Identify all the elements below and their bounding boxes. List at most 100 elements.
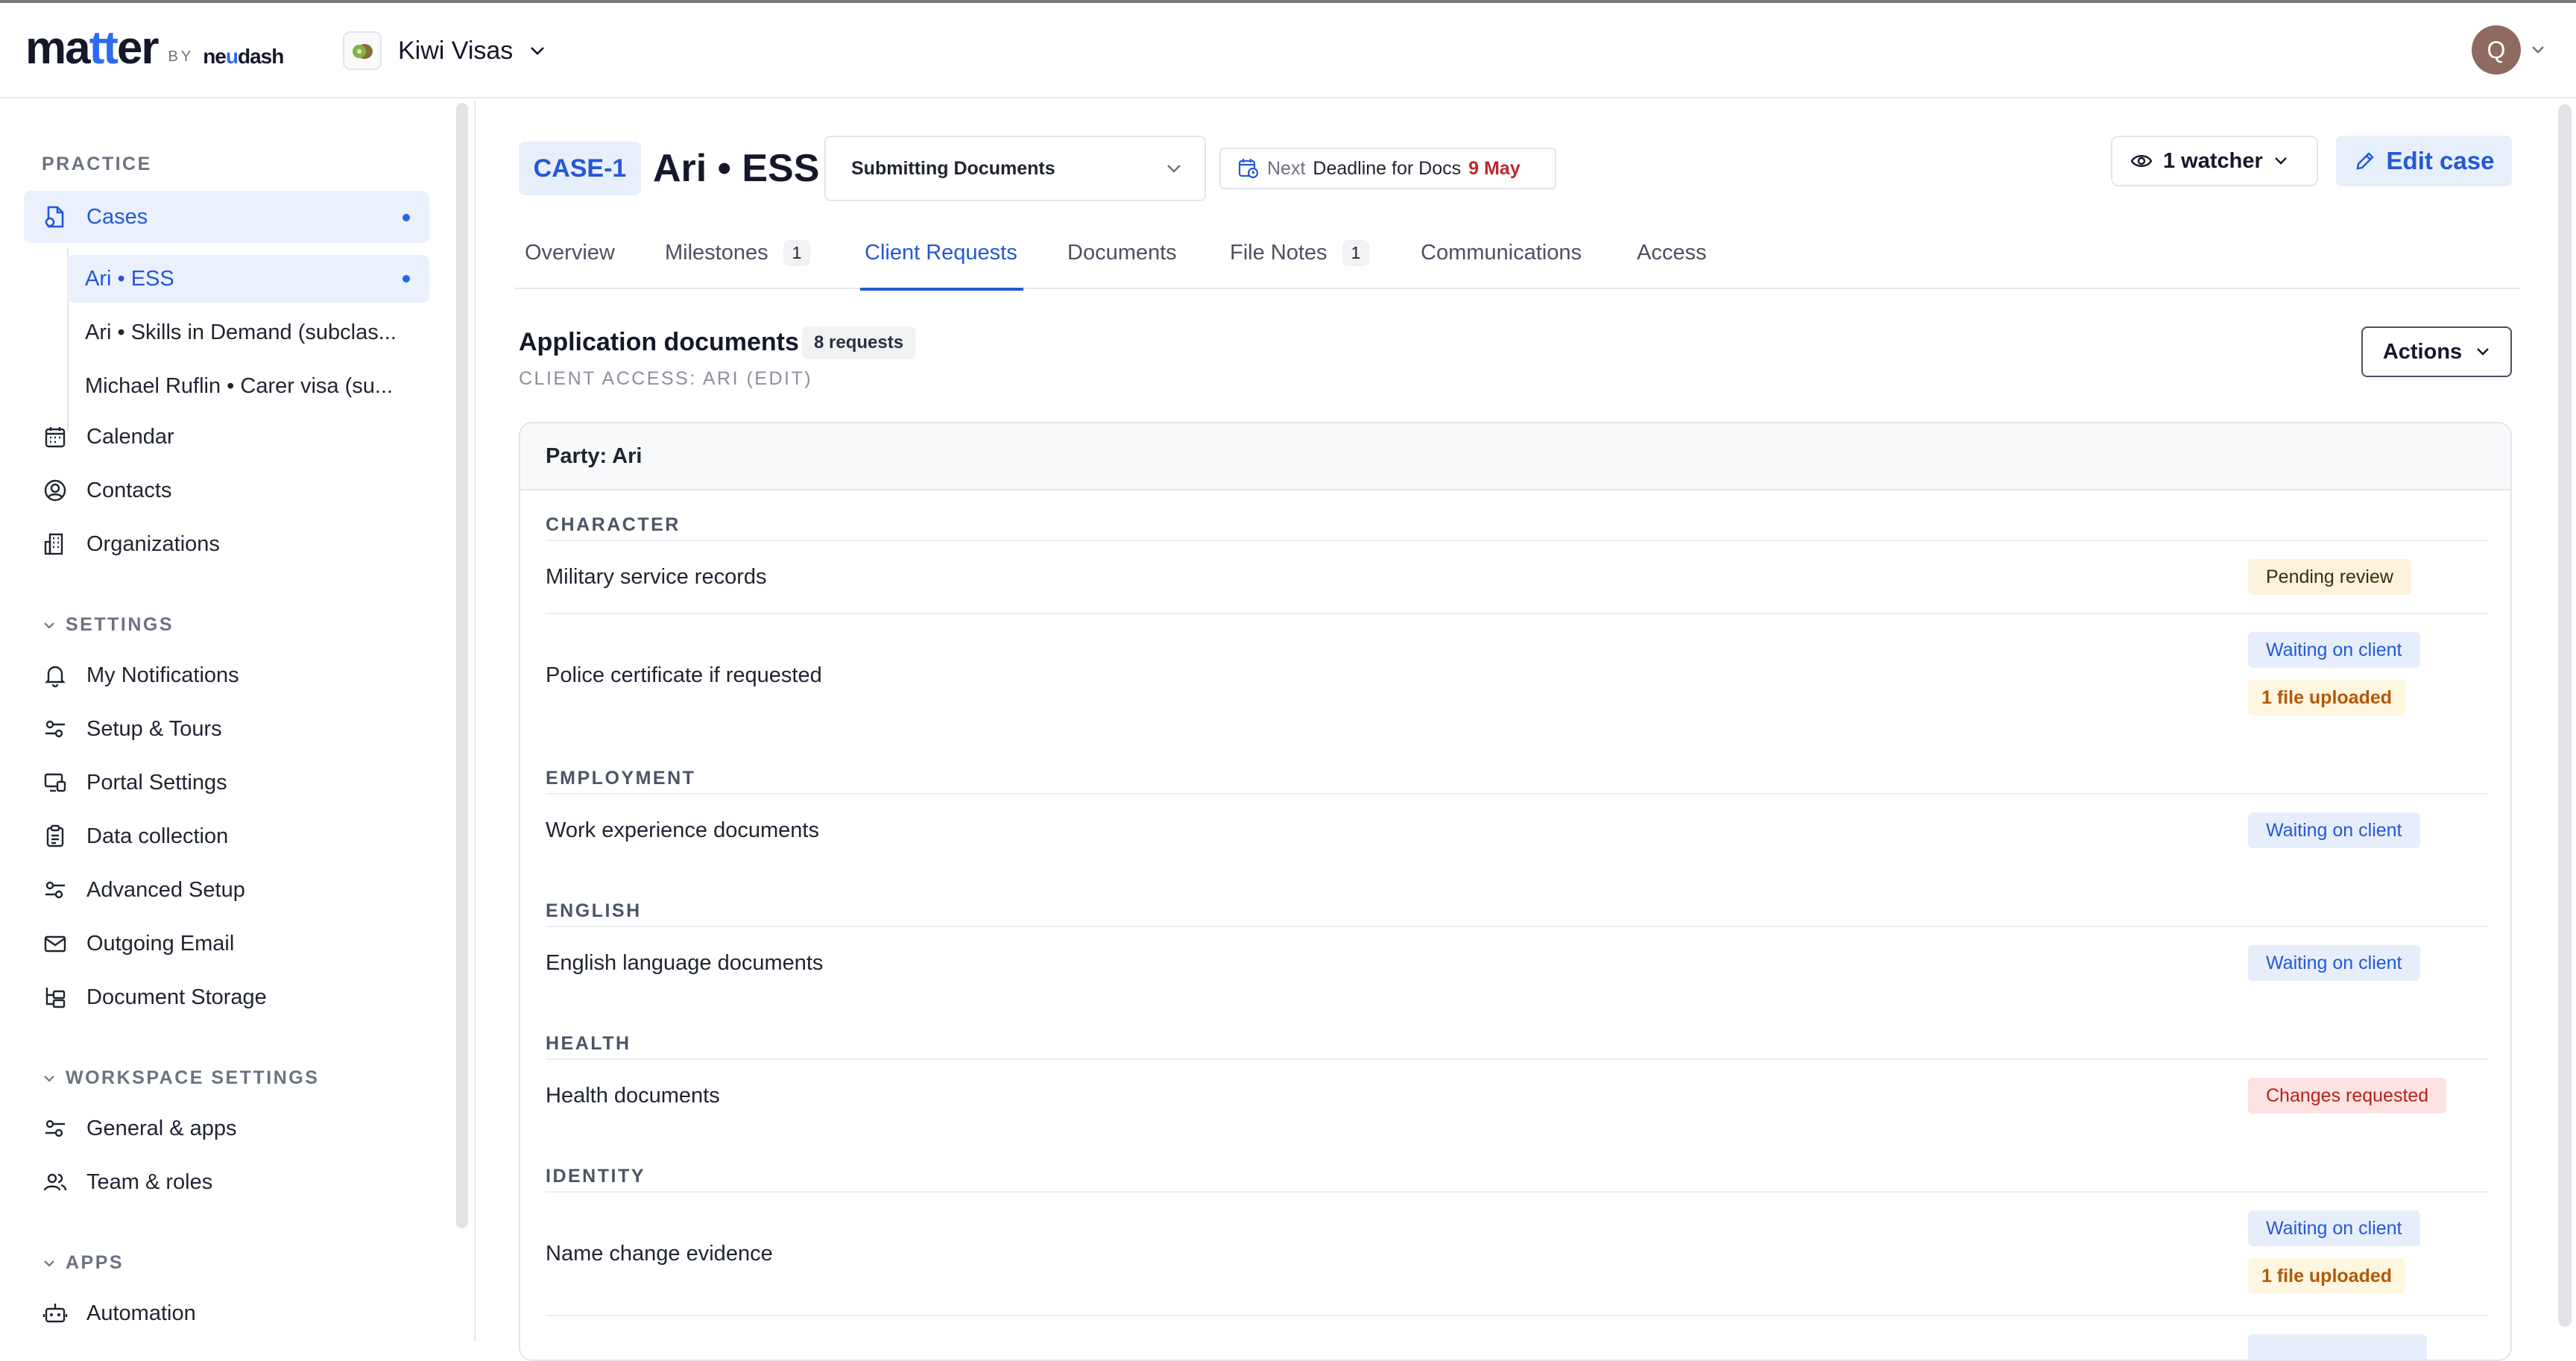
unread-dot [402, 214, 410, 221]
category-label: IDENTITY [546, 1166, 645, 1187]
actions-label: Actions [2382, 339, 2463, 364]
robot-icon [40, 1298, 70, 1328]
sidebar-item-general-apps[interactable]: General & apps [24, 1102, 429, 1155]
chevron-down-icon [529, 45, 546, 56]
list-item[interactable]: Work experience documents [546, 795, 2488, 866]
tab-file-notes[interactable]: File Notes 1 [1230, 216, 1370, 289]
top-header: matter BY neudash Kiwi Visas Q [0, 3, 2576, 98]
sidebar-item-label: Calendar [86, 424, 174, 449]
case-tabs: Overview Milestones 1 Client Requests Doc… [514, 216, 2519, 291]
stage-select[interactable]: Submitting Documents [824, 136, 1206, 201]
sidebar-subitem-case[interactable]: Ari • Skills in Demand (subclas... [67, 309, 429, 356]
monitor-icon [40, 768, 70, 798]
sliders-icon [40, 875, 70, 905]
sidebar-item-contacts[interactable]: Contacts [24, 464, 429, 517]
sidebar-item-portal-settings[interactable]: Portal Settings [24, 757, 429, 809]
sidebar-item-label: Advanced Setup [86, 877, 245, 902]
status-badge: Pending review [2248, 559, 2411, 595]
mail-icon [40, 929, 70, 959]
deadline-date: 9 May [1468, 157, 1521, 179]
sidebar-item-team-roles[interactable]: Team & roles [24, 1156, 429, 1208]
sidebar-item-label: Cases [86, 204, 148, 229]
section-settings[interactable]: SETTINGS [43, 614, 174, 636]
main-scrollbar[interactable] [2558, 104, 2572, 1327]
category-label: CHARACTER [546, 514, 681, 535]
status-badge: Waiting on client [2248, 1210, 2420, 1246]
sidebar-item-label: Automation [86, 1301, 196, 1325]
app-logo[interactable]: matter BY neudash [25, 25, 284, 72]
list-item[interactable]: Name change evidence [546, 1193, 2488, 1315]
chevron-down-icon [2477, 348, 2490, 356]
building-icon [40, 529, 70, 559]
sidebar-item-document-storage[interactable]: Document Storage [24, 971, 429, 1023]
stage-select-value: Submitting Documents [851, 157, 1055, 179]
tab-count: 1 [783, 239, 811, 266]
tab-count: 1 [1342, 239, 1370, 266]
section-practice: PRACTICE [42, 154, 152, 174]
sidebar-subitem-case[interactable]: Michael Ruflin • Carer visa (su... [67, 362, 429, 410]
sidebar-item-label: Data collection [86, 824, 229, 848]
sidebar-item-advanced-setup[interactable]: Advanced Setup [24, 864, 429, 916]
sidebar-item-label: General & apps [86, 1116, 237, 1140]
workspace-name: Kiwi Visas [398, 36, 514, 65]
file-uploaded-badge: 1 file uploaded [2248, 680, 2406, 716]
list-item[interactable]: English language documents [546, 927, 2488, 999]
sidebar-item-label: Outgoing Email [86, 931, 235, 956]
pencil-icon [2356, 152, 2374, 170]
sidebar-item-data-collection[interactable]: Data collection [24, 810, 429, 862]
category-label: ENGLISH [546, 900, 642, 921]
client-access-label: CLIENT ACCESS: ARI (EDIT) [519, 368, 813, 389]
edit-case-label: Edit case [2386, 147, 2495, 174]
bell-icon [40, 660, 70, 690]
case-id-badge: CASE-1 [519, 142, 641, 195]
watcher-button[interactable]: 1 watcher [2111, 136, 2318, 186]
sidebar-item-outgoing-email[interactable]: Outgoing Email [24, 918, 429, 970]
workspace-switcher[interactable]: Kiwi Visas [337, 25, 568, 76]
sidebar-subitem-case[interactable]: Ari • ESS [67, 255, 429, 303]
tab-overview[interactable]: Overview [525, 216, 615, 289]
sidebar-item-calendar[interactable]: Calendar [24, 411, 429, 463]
request-count-badge: 8 requests [802, 326, 916, 359]
request-name: Work experience documents [546, 818, 819, 842]
sidebar-item-label: Setup & Tours [86, 716, 222, 741]
status-badge: Changes requested [2248, 1078, 2447, 1114]
deadline-label: Deadline for Docs [1313, 157, 1462, 179]
section-apps[interactable]: APPS [43, 1252, 124, 1274]
list-item[interactable]: Military service records [546, 541, 2488, 613]
user-menu[interactable]: Q [2472, 25, 2545, 75]
sidebar-item-automation[interactable]: Automation [24, 1287, 429, 1339]
sidebar-item-cases[interactable]: Cases [24, 191, 429, 243]
next-deadline[interactable]: Next Deadline for Docs 9 May [1219, 148, 1556, 189]
status-badge: Waiting on client [2248, 812, 2420, 848]
request-name: Military service records [546, 564, 767, 589]
section-workspace-settings[interactable]: WORKSPACE SETTINGS [43, 1067, 319, 1089]
list-item[interactable]: Health documents [546, 1060, 2488, 1131]
logo-sub: neudash [203, 45, 284, 68]
user-circle-icon [40, 476, 70, 505]
watcher-label: 1 watcher [2163, 148, 2263, 173]
sidebar-item-setup-tours[interactable]: Setup & Tours [24, 703, 429, 755]
cases-icon [40, 202, 70, 232]
tab-communications[interactable]: Communications [1421, 216, 1582, 289]
folder-tree-icon [40, 982, 70, 1012]
calendar-icon [40, 422, 70, 452]
list-item[interactable]: Police certificate if requested [546, 614, 2488, 736]
file-uploaded-badge: 1 file uploaded [2248, 1258, 2406, 1294]
sidebar-item-organizations[interactable]: Organizations [24, 518, 429, 570]
tab-milestones[interactable]: Milestones 1 [665, 216, 811, 289]
chevron-down-icon [44, 1075, 54, 1082]
sidebar-item-my-notifications[interactable]: My Notifications [24, 649, 429, 701]
actions-button[interactable]: Actions [2361, 326, 2512, 377]
tab-documents[interactable]: Documents [1067, 216, 1177, 289]
calendar-clock-icon [1238, 159, 1259, 179]
clipboard-icon [40, 821, 70, 851]
status-badge: Waiting on client [2248, 632, 2420, 668]
request-name: Health documents [546, 1083, 720, 1108]
sidebar-scrollbar[interactable] [456, 103, 468, 1228]
party-header: Party: Ari [520, 423, 2510, 490]
chevron-down-icon [2274, 157, 2287, 165]
tab-client-requests[interactable]: Client Requests [860, 216, 1023, 291]
edit-case-button[interactable]: Edit case [2336, 136, 2512, 186]
request-name: Name change evidence [546, 1241, 773, 1266]
tab-access[interactable]: Access [1637, 216, 1706, 289]
